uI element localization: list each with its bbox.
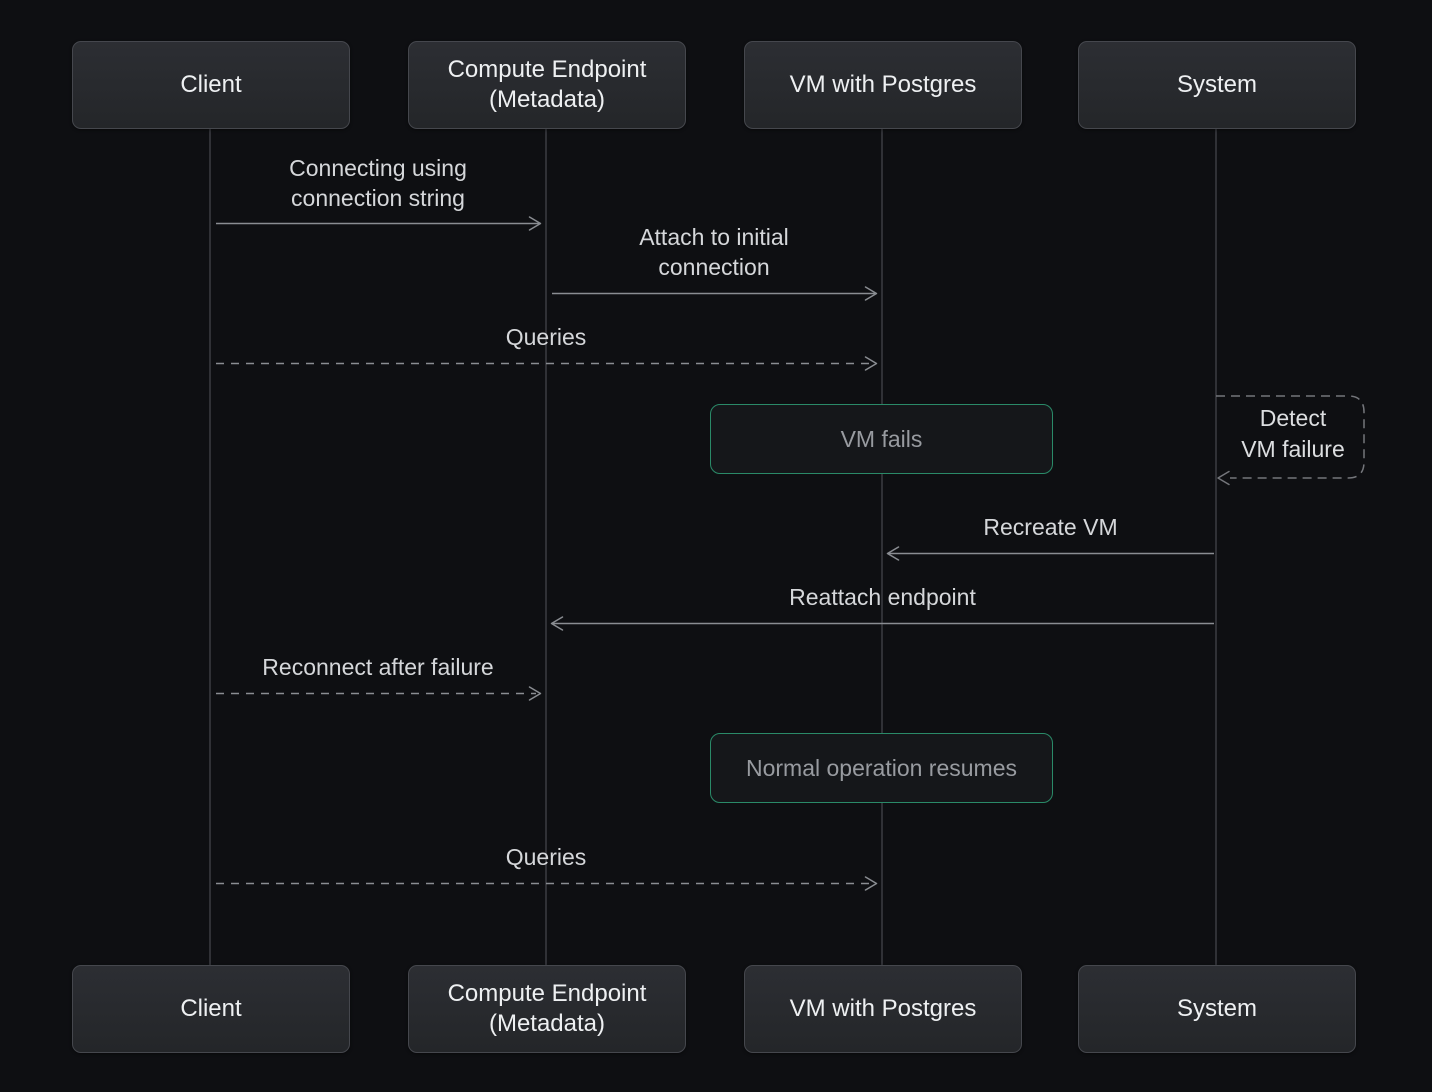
arrow-recreate-vm <box>888 547 1215 560</box>
message-label-reconnect: Reconnect after failure <box>215 652 541 682</box>
note-vm-fails: VM fails <box>710 404 1053 474</box>
message-label-recreate-vm: Recreate VM <box>887 512 1214 542</box>
actor-top-vm-postgres: VM with Postgres <box>744 41 1022 129</box>
actor-top-client: Client <box>72 41 350 129</box>
arrow-attach-to-initial-connection <box>552 287 877 300</box>
actor-bottom-compute-endpoint: Compute Endpoint (Metadata) <box>408 965 686 1053</box>
actor-top-compute-endpoint: Compute Endpoint (Metadata) <box>408 41 686 129</box>
actor-bottom-vm-postgres: VM with Postgres <box>744 965 1022 1053</box>
message-label-queries-1: Queries <box>215 322 877 352</box>
sequence-diagram: Client Compute Endpoint (Metadata) VM wi… <box>0 0 1432 1092</box>
note-normal-operation-resumes: Normal operation resumes <box>710 733 1053 803</box>
message-label-reattach-endpoint: Reattach endpoint <box>551 582 1214 612</box>
arrow-reconnect-after-failure <box>216 687 541 700</box>
actor-bottom-system: System <box>1078 965 1356 1053</box>
actor-bottom-client: Client <box>72 965 350 1053</box>
message-label-attach: Attach to initial connection <box>551 222 877 282</box>
actor-top-system: System <box>1078 41 1356 129</box>
message-label-queries-2: Queries <box>215 842 877 872</box>
message-label-connecting: Connecting using connection string <box>215 153 541 213</box>
arrowhead-left-icon <box>1218 472 1229 485</box>
arrow-connecting-using-connection-string <box>216 217 541 230</box>
self-message-label-detect-vm-failure: Detect VM failure <box>1228 403 1358 465</box>
